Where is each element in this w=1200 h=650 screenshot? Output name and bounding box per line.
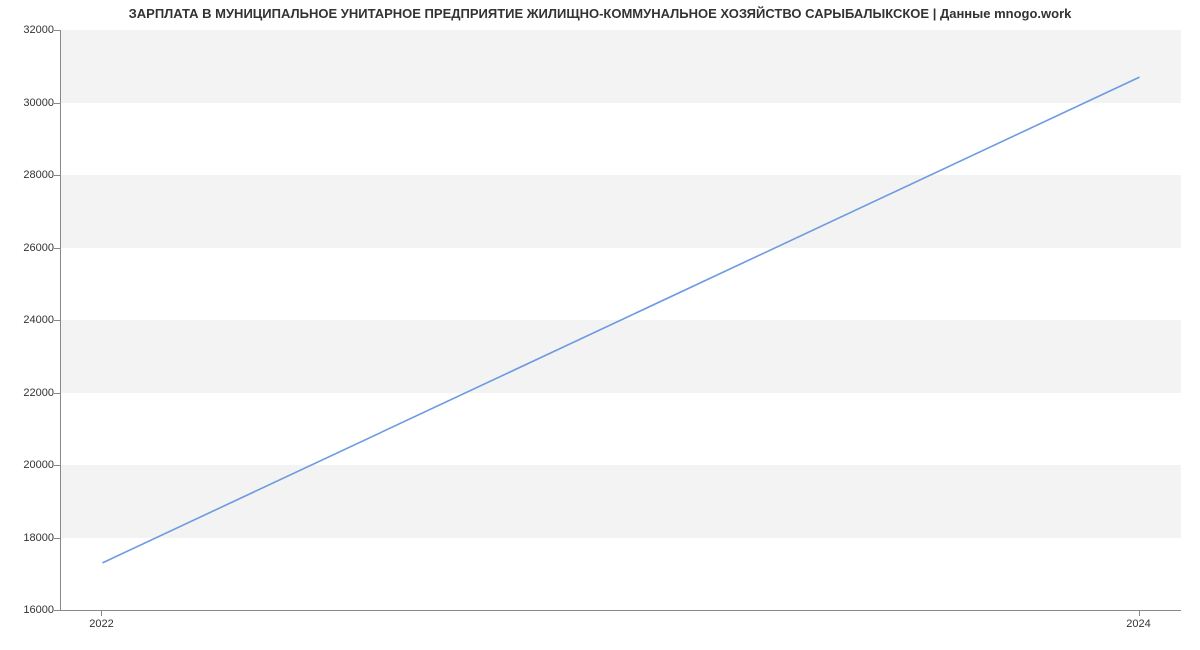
y-tick-label: 30000 xyxy=(23,97,54,109)
y-tick-label: 18000 xyxy=(23,532,54,544)
y-tick-label: 26000 xyxy=(23,242,54,254)
data-line xyxy=(61,30,1181,610)
y-tick-label: 32000 xyxy=(23,24,54,36)
chart-title: ЗАРПЛАТА В МУНИЦИПАЛЬНОЕ УНИТАРНОЕ ПРЕДП… xyxy=(0,6,1200,21)
x-tick-label: 2022 xyxy=(89,618,113,630)
y-tick-label: 24000 xyxy=(23,314,54,326)
y-tick-label: 28000 xyxy=(23,169,54,181)
y-tick-label: 16000 xyxy=(23,604,54,616)
y-tick-label: 20000 xyxy=(23,459,54,471)
y-tick-label: 22000 xyxy=(23,387,54,399)
chart-container: ЗАРПЛАТА В МУНИЦИПАЛЬНОЕ УНИТАРНОЕ ПРЕДП… xyxy=(0,0,1200,650)
plot-area xyxy=(60,30,1181,611)
x-tick-label: 2024 xyxy=(1126,618,1150,630)
